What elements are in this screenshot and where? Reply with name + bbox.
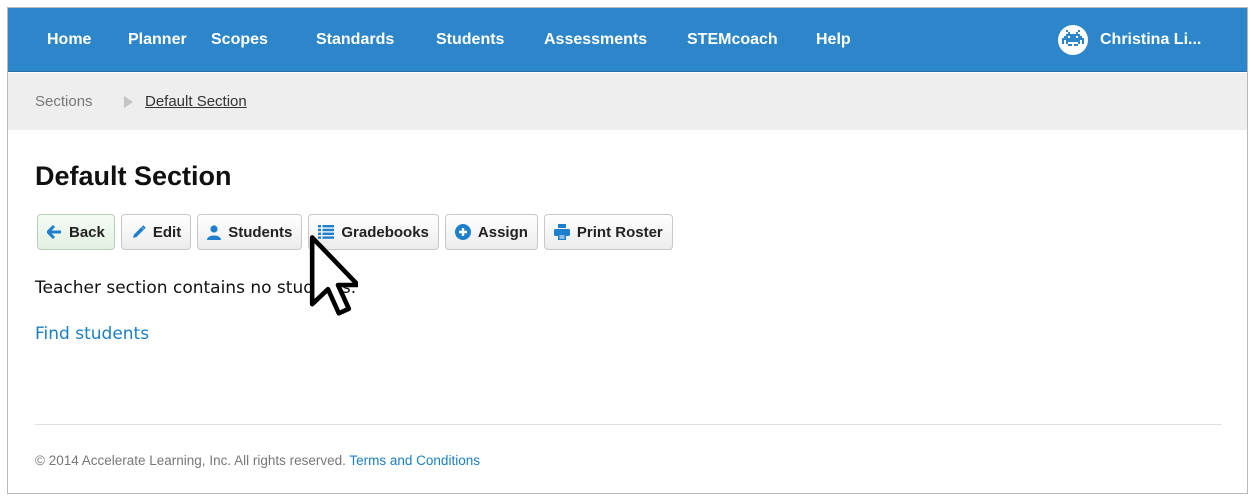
print-roster-button-label: Print Roster — [576, 223, 663, 241]
footer-divider — [35, 424, 1222, 425]
invader-avatar-icon — [1062, 30, 1084, 46]
nav-standards[interactable]: Standards — [316, 8, 394, 72]
breadcrumb: Sections Default Section — [8, 73, 1247, 130]
nav-planner[interactable]: Planner — [128, 8, 187, 72]
print-roster-button[interactable]: Print Roster — [543, 214, 673, 250]
nav-assessments[interactable]: Assessments — [544, 8, 647, 72]
nav-stemcoach[interactable]: STEMcoach — [687, 8, 778, 72]
user-avatar[interactable] — [1058, 25, 1088, 55]
app-window: Home Planner Scopes Standards Students A… — [7, 7, 1248, 494]
pencil-icon — [131, 224, 146, 240]
assign-button[interactable]: Assign — [444, 214, 538, 250]
nav-home[interactable]: Home — [47, 8, 91, 72]
printer-icon — [553, 224, 570, 240]
top-navbar: Home Planner Scopes Standards Students A… — [8, 8, 1247, 72]
back-button-label: Back — [69, 223, 105, 241]
footer: © 2014 Accelerate Learning, Inc. All rig… — [35, 453, 480, 468]
page-title: Default Section — [35, 161, 232, 191]
edit-button[interactable]: Edit — [120, 214, 192, 250]
back-button[interactable]: Back — [37, 214, 115, 250]
breadcrumb-current[interactable]: Default Section — [145, 73, 247, 130]
nav-help[interactable]: Help — [816, 8, 851, 72]
terms-link[interactable]: Terms and Conditions — [349, 453, 480, 468]
edit-button-label: Edit — [152, 223, 182, 241]
arrow-left-icon — [47, 225, 62, 239]
breadcrumb-arrow-icon — [124, 96, 133, 108]
students-button[interactable]: Students — [197, 214, 303, 250]
copyright-text: © 2014 Accelerate Learning, Inc. All rig… — [35, 453, 346, 468]
breadcrumb-sections[interactable]: Sections — [35, 73, 93, 130]
nav-students[interactable]: Students — [436, 8, 504, 72]
find-students-link[interactable]: Find students — [35, 324, 149, 344]
students-button-label: Students — [228, 223, 293, 241]
user-name-menu[interactable]: Christina Li... — [1100, 8, 1201, 72]
nav-scopes[interactable]: Scopes — [211, 8, 268, 72]
user-icon — [207, 224, 222, 240]
assign-button-label: Assign — [477, 223, 528, 241]
mouse-pointer-icon — [309, 235, 358, 316]
plus-circle-icon — [454, 224, 471, 240]
